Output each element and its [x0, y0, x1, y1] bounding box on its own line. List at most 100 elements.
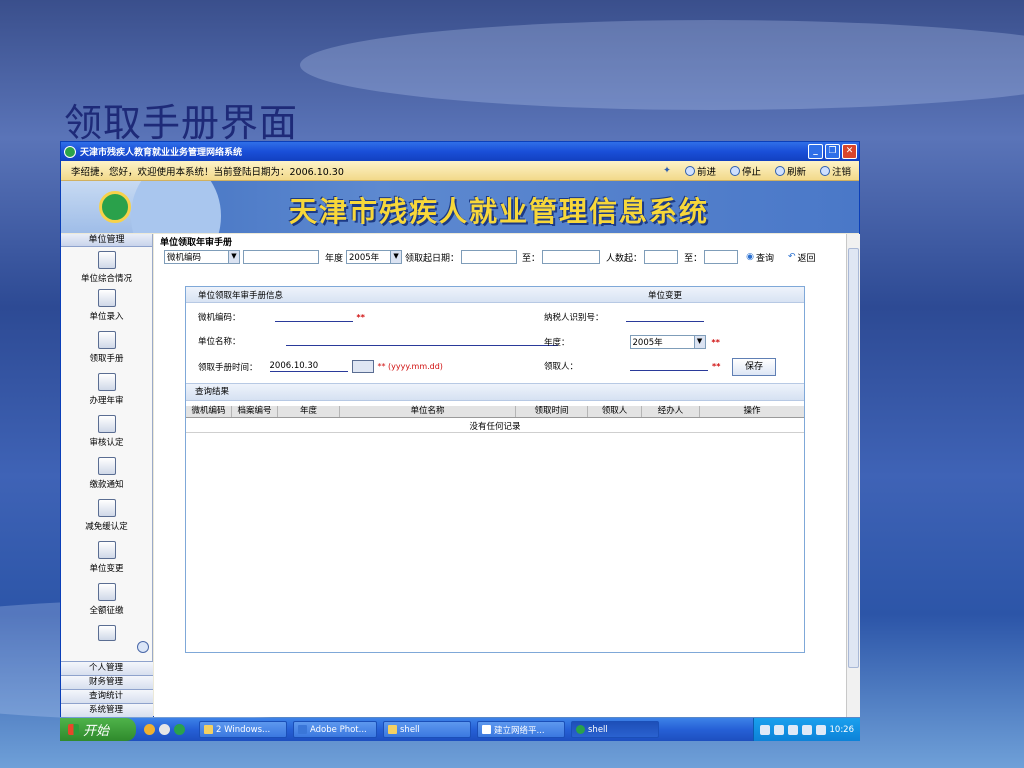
- form-icon: [97, 373, 116, 391]
- required-mark: **: [712, 361, 721, 371]
- sidebar-section-finance[interactable]: 财务管理: [61, 675, 153, 689]
- sidebar-item-full-levy[interactable]: 全额征缴: [61, 579, 152, 621]
- col-header[interactable]: 微机编码: [186, 406, 232, 417]
- sidebar-header[interactable]: 单位管理: [61, 234, 152, 247]
- count-to-input[interactable]: [704, 250, 739, 264]
- task-network[interactable]: 建立网络平...: [477, 721, 565, 738]
- back-label: 返回: [797, 253, 816, 264]
- count-from-label: 人数起：: [606, 253, 643, 264]
- app-logo-icon: [64, 145, 76, 158]
- save-button[interactable]: 保存: [732, 358, 776, 376]
- sidebar-item-label: 缴款通知: [89, 480, 124, 490]
- stop-link[interactable]: 停止: [729, 164, 761, 178]
- logout-link[interactable]: 注销: [819, 164, 851, 178]
- expand-icon[interactable]: [137, 641, 149, 653]
- sidebar-item-unit-overview[interactable]: 单位综合情况: [61, 247, 152, 285]
- forward-link[interactable]: 前进: [684, 164, 716, 178]
- document-icon: [97, 251, 116, 269]
- col-header[interactable]: 单位名称: [340, 406, 516, 417]
- unit-change-link[interactable]: 单位变更: [648, 289, 682, 301]
- form-year-label: 年度：: [544, 338, 570, 348]
- shell-icon[interactable]: [159, 724, 170, 735]
- restore-icon[interactable]: ❐: [825, 144, 840, 159]
- col-header[interactable]: 年度: [278, 406, 340, 417]
- scrollbar-thumb[interactable]: [848, 248, 859, 668]
- sidebar-item-payment-notice[interactable]: 缴款通知: [61, 453, 152, 495]
- vertical-scrollbar[interactable]: [846, 234, 860, 717]
- keyboard-icon[interactable]: [759, 724, 770, 735]
- sidebar-item-annual-review[interactable]: 办理年审: [61, 369, 152, 411]
- task-label: 建立网络平...: [494, 725, 545, 736]
- sidebar-item-exemption[interactable]: 减免缓认定: [61, 495, 152, 537]
- stop-icon: [729, 165, 740, 176]
- form-icon: [97, 583, 116, 601]
- year-select[interactable]: 2005年 ▼: [346, 250, 403, 264]
- time-row: 领取手册时间： 2006.10.30 ** (yyyy.mm.dd): [198, 360, 443, 373]
- taxid-row: 纳税人识别号：: [544, 311, 704, 323]
- calendar-icon[interactable]: [351, 360, 374, 373]
- task-photoshop[interactable]: Adobe Phot...: [293, 721, 377, 738]
- magnifier-icon: ◉: [746, 252, 754, 262]
- browser-icon[interactable]: [144, 724, 155, 735]
- sidebar-item-audit[interactable]: 审核认定: [61, 411, 152, 453]
- col-header[interactable]: 操作: [700, 406, 804, 417]
- start-button[interactable]: 开始: [60, 718, 136, 741]
- date-from-label: 领取起日期：: [405, 253, 460, 264]
- col-header[interactable]: 档案编号: [232, 406, 278, 417]
- unit-name-input[interactable]: [285, 336, 558, 346]
- messenger-icon[interactable]: [815, 724, 826, 735]
- refresh-icon: [774, 165, 785, 176]
- system-banner: 天津市残疾人就业管理信息系统: [61, 181, 859, 233]
- receive-time-input[interactable]: 2006.10.30: [269, 361, 348, 372]
- receiver-input[interactable]: [630, 361, 709, 371]
- date-from-input[interactable]: [461, 250, 518, 264]
- windows-logo-icon: [68, 724, 79, 735]
- window-titlebar[interactable]: 天津市残疾人教育就业业务管理网络系统 _ ❐ ✕: [61, 142, 859, 161]
- results-header: 查询结果: [186, 383, 804, 401]
- folder-icon: [97, 289, 116, 307]
- sidebar-section-system[interactable]: 系统管理: [61, 703, 153, 717]
- name-row: 单位名称：: [198, 335, 558, 347]
- back-button[interactable]: ↶ 返回: [788, 251, 816, 264]
- network-icon[interactable]: [787, 724, 798, 735]
- taskbar: 开始 2 Windows... Adobe Phot... shell 建立网络…: [60, 718, 860, 741]
- col-header[interactable]: 领取人: [588, 406, 642, 417]
- sidebar-item-receive-manual[interactable]: 领取手册: [61, 327, 152, 369]
- document-icon: [482, 725, 491, 734]
- app-logo-icon: [576, 725, 585, 734]
- system-title: 天津市残疾人就业管理信息系统: [289, 195, 710, 228]
- taxid-input[interactable]: [625, 312, 704, 322]
- clock: 10:26: [829, 724, 855, 735]
- keyword-input[interactable]: [243, 250, 319, 264]
- minimize-icon[interactable]: _: [808, 144, 823, 159]
- code-input[interactable]: [274, 312, 353, 322]
- sidebar-section-personal[interactable]: 个人管理: [61, 661, 153, 675]
- sidebar-item-more[interactable]: [61, 621, 152, 641]
- help-icon[interactable]: [773, 724, 784, 735]
- col-header[interactable]: 领取时间: [516, 406, 588, 417]
- form-year-select[interactable]: 2005年 ▼: [629, 335, 706, 349]
- task-windows[interactable]: 2 Windows...: [199, 721, 287, 738]
- date-to-input[interactable]: [542, 250, 601, 264]
- close-icon[interactable]: ✕: [842, 144, 857, 159]
- computer-icon: [97, 541, 116, 559]
- manual-info-panel: 单位领取年审手册信息 单位变更 微机编码： ** 纳税人识别号： 单位名称： 年…: [185, 286, 805, 653]
- col-header[interactable]: 经办人: [642, 406, 700, 417]
- query-button[interactable]: ◉ 查询: [746, 251, 774, 264]
- envelope-icon: [97, 457, 116, 475]
- sidebar-item-unit-change[interactable]: 单位变更: [61, 537, 152, 579]
- sidebar-section-query[interactable]: 查询统计: [61, 689, 153, 703]
- refresh-link[interactable]: 刷新: [774, 164, 806, 178]
- back-arrow-icon: ↶: [787, 252, 796, 262]
- volume-icon[interactable]: [801, 724, 812, 735]
- field-select[interactable]: 微机编码 ▼: [164, 250, 240, 264]
- task-shell-1[interactable]: shell: [383, 721, 471, 738]
- sidebar-item-unit-entry[interactable]: 单位录入: [61, 285, 152, 327]
- app-icon[interactable]: [174, 724, 185, 735]
- system-tray: 10:26: [752, 718, 860, 741]
- task-shell-2[interactable]: shell: [571, 721, 659, 738]
- count-from-input[interactable]: [644, 250, 679, 264]
- sidebar-bottom-menu: 个人管理 财务管理 查询统计 系统管理: [61, 661, 153, 717]
- forward-icon: [684, 165, 695, 176]
- banner-swoosh: [131, 181, 221, 233]
